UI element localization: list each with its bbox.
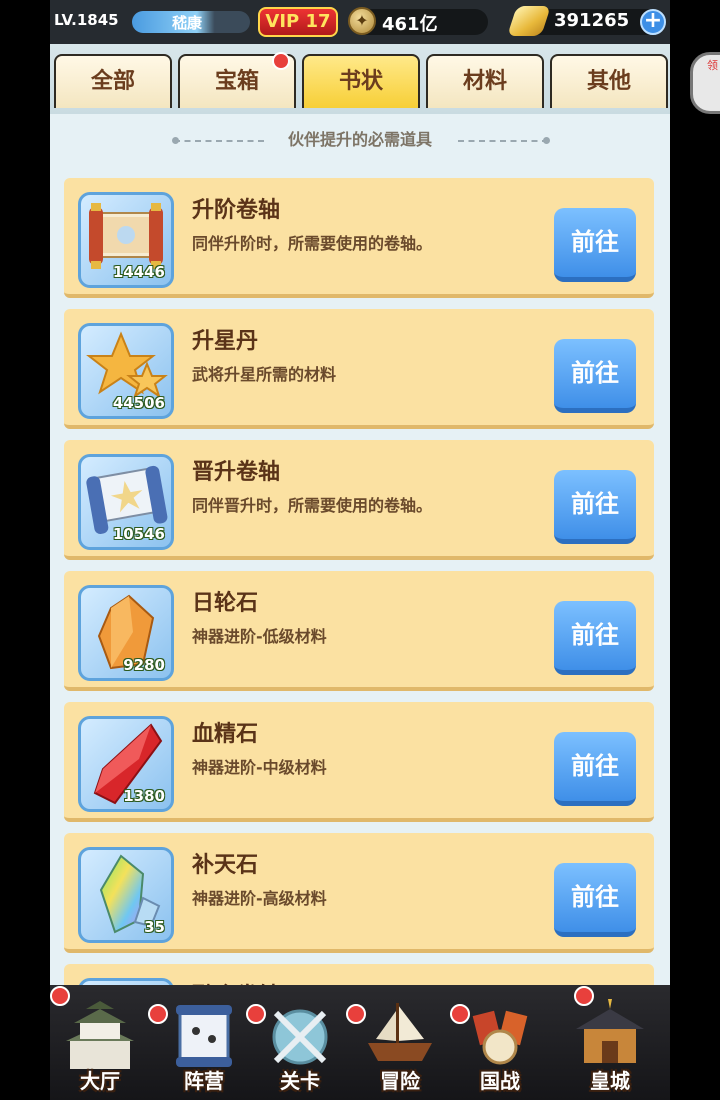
item-name: 晋升卷轴 [192, 460, 281, 485]
list-item: 35 补天石 神器进阶-高级材料 前往 [64, 833, 654, 953]
item-name: 升阶卷轴 [192, 198, 281, 223]
nav-camp-notification-dot [148, 1004, 168, 1024]
nav-stages[interactable]: 关卡 [250, 985, 350, 1100]
scroll-red-icon: 14446 [78, 192, 174, 288]
list-item: 10546 晋升卷轴 同伴晋升时，所需要使用的卷轴。 前往 [64, 440, 654, 560]
scroll-blue-icon: 10546 [78, 454, 174, 550]
nav-imperial-city-notification-dot [574, 986, 594, 1006]
tab-letters[interactable]: 书状 [302, 54, 420, 108]
copper-coin-icon: ✦ [348, 7, 376, 35]
item-name: 日轮石 [192, 591, 259, 616]
tab-other[interactable]: 其他 [550, 54, 668, 108]
nav-adventure[interactable]: 冒险 [350, 985, 450, 1100]
subtitle-divider-right [458, 137, 550, 144]
item-count: 10546 [112, 525, 165, 543]
item-count: 1380 [123, 787, 165, 805]
category-tabs: 全部 宝箱 书状 材料 其他 [50, 44, 670, 114]
nav-label: 大厅 [80, 1069, 120, 1093]
scroll-map-icon [176, 1005, 232, 1067]
crossed-swords-icon [272, 1009, 328, 1065]
ship-icon [368, 1003, 432, 1061]
item-count: 14446 [112, 263, 165, 281]
nav-adventure-notification-dot [346, 1004, 366, 1024]
item-description: 神器进阶-高级材料 [192, 889, 327, 908]
war-flags-icon [472, 1010, 528, 1065]
tab-materials[interactable]: 材料 [426, 54, 544, 108]
item-description: 武将升星所需的材料 [192, 365, 337, 384]
player-name-bar[interactable]: 嵇康 [132, 11, 250, 33]
item-description: 同伴晋升时，所需要使用的卷轴。 [192, 496, 433, 515]
vip-badge[interactable]: VIP 17 [258, 7, 338, 37]
item-name: 补天石 [192, 853, 259, 878]
item-count: 35 [144, 918, 165, 936]
go-button[interactable]: 前往 [554, 732, 636, 806]
game-screen: LV.1845 嵇康 VIP 17 ✦ 461亿 391265 + 全部 宝箱 … [50, 0, 670, 1100]
section-subtitle: 伙伴提升的必需道具 [287, 130, 432, 149]
player-name: 嵇康 [172, 14, 203, 32]
star-pill-icon: 44506 [78, 323, 174, 419]
tab-all[interactable]: 全部 [54, 54, 172, 108]
add-gold-button[interactable]: + [640, 9, 666, 35]
orange-crystal-icon: 9280 [78, 585, 174, 681]
nav-stages-notification-dot [246, 1004, 266, 1024]
side-reward-button[interactable]: 领 [690, 52, 720, 114]
palace-icon [576, 999, 644, 1063]
item-name: 升星丹 [192, 329, 259, 354]
item-name: 血精石 [192, 722, 259, 747]
nav-label: 冒险 [380, 1069, 420, 1093]
list-item: 44506 升星丹 武将升星所需的材料 前往 [64, 309, 654, 429]
player-level: LV.1845 [54, 11, 119, 29]
item-description: 神器进阶-低级材料 [192, 627, 327, 646]
nav-lobby-notification-dot [50, 986, 70, 1006]
nav-label: 皇城 [590, 1069, 630, 1093]
copper-amount: 461亿 [382, 14, 438, 35]
list-item: 1380 血精石 神器进阶-中级材料 前往 [64, 702, 654, 822]
item-description: 同伴升阶时，所需要使用的卷轴。 [192, 234, 433, 253]
resource-bar: LV.1845 嵇康 VIP 17 ✦ 461亿 391265 + [50, 0, 670, 44]
nav-camp[interactable]: 阵营 [154, 985, 254, 1100]
nav-label: 关卡 [280, 1069, 320, 1093]
list-item: 14446 升阶卷轴 同伴升阶时，所需要使用的卷轴。 前往 [64, 178, 654, 298]
list-item: 9280 日轮石 神器进阶-低级材料 前往 [64, 571, 654, 691]
go-button[interactable]: 前往 [554, 863, 636, 937]
nav-imperial-city[interactable]: 皇城 [560, 985, 660, 1100]
gold-amount: 391265 [554, 10, 630, 31]
go-button[interactable]: 前往 [554, 470, 636, 544]
go-button[interactable]: 前往 [554, 339, 636, 413]
tab-chest-notification-dot [272, 52, 290, 70]
go-button[interactable]: 前往 [554, 601, 636, 675]
item-count: 9280 [123, 656, 165, 674]
nav-label: 阵营 [184, 1069, 224, 1093]
rainbow-crystal-icon: 35 [78, 847, 174, 943]
item-description: 神器进阶-中级材料 [192, 758, 327, 777]
castle-icon [66, 1001, 134, 1069]
item-count: 44506 [112, 394, 165, 412]
nav-war[interactable]: 国战 [450, 985, 550, 1100]
nav-label: 国战 [480, 1069, 520, 1093]
go-button[interactable]: 前往 [554, 208, 636, 282]
red-crystal-icon: 1380 [78, 716, 174, 812]
nav-war-notification-dot [450, 1004, 470, 1024]
side-reward-label: 领 [707, 59, 718, 72]
